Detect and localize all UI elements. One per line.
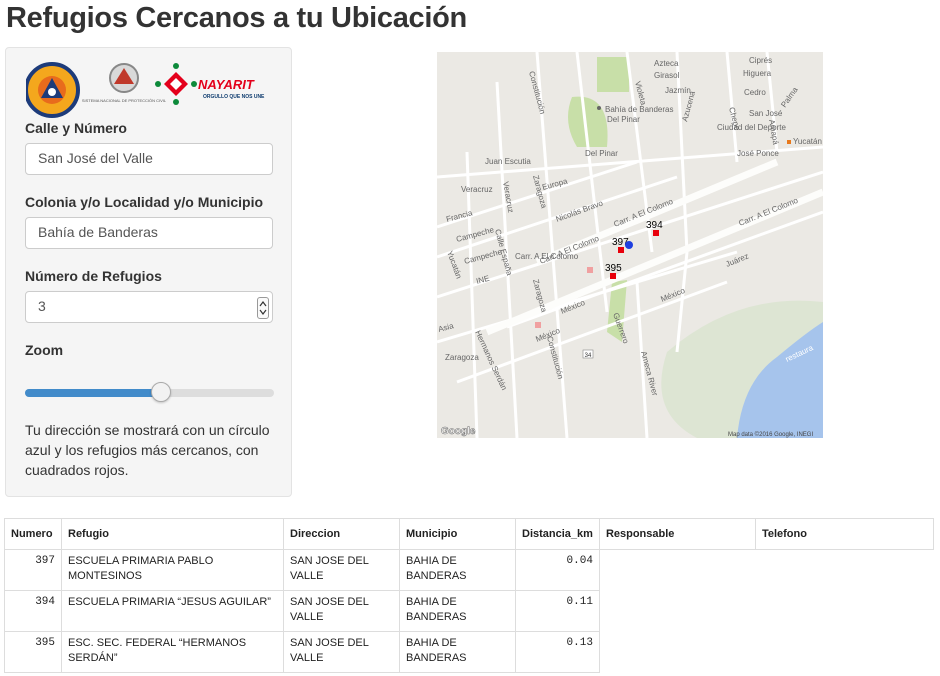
svg-text:394: 394 xyxy=(646,220,663,231)
svg-text:Girasol: Girasol xyxy=(654,71,680,80)
svg-text:Zaragoza: Zaragoza xyxy=(445,353,479,362)
help-text: Tu dirección se mostrará con un círculo … xyxy=(25,422,270,478)
street-label: Calle y Número xyxy=(25,120,127,136)
zoom-slider[interactable] xyxy=(25,382,274,402)
svg-text:San José: San José xyxy=(749,109,783,118)
col-municipio[interactable]: Municipio xyxy=(399,518,516,550)
svg-text:Ciudad del Deporte: Ciudad del Deporte xyxy=(717,123,786,132)
cell-municipio: BAHIA DE BANDERAS xyxy=(399,590,516,632)
svg-text:Del Pinar: Del Pinar xyxy=(607,115,640,124)
table-row: 395 ESC. SEC. FEDERAL “HERMANOS SERDÁN” … xyxy=(4,631,934,673)
refugios-count-input[interactable]: 3 xyxy=(25,291,273,323)
svg-text:NAYARIT: NAYARIT xyxy=(198,77,255,92)
cell-direccion: SAN JOSE DEL VALLE xyxy=(283,631,400,673)
zoom-label: Zoom xyxy=(25,342,64,358)
sistema-nacional-proteccion-civil-logo: SISTEMA NACIONAL DE PROTECCIÓN CIVIL xyxy=(82,63,167,103)
table-row: 394 ESCUELA PRIMARIA “JESUS AGUILAR” SAN… xyxy=(4,590,934,632)
colonia-label: Colonia y/o Localidad y/o Municipio xyxy=(25,194,264,210)
cell-numero: 397 xyxy=(4,549,62,591)
svg-text:Juan Escutia: Juan Escutia xyxy=(485,157,531,166)
svg-text:Bahía de Banderas: Bahía de Banderas xyxy=(605,105,674,114)
map-attribution: Map data ©2016 Google, INEGI xyxy=(728,431,813,438)
cell-refugio: ESCUELA PRIMARIA “JESUS AGUILAR” xyxy=(61,590,284,632)
cell-direccion: SAN JOSE DEL VALLE xyxy=(283,590,400,632)
cell-distancia: 0.04 xyxy=(515,549,600,591)
cell-distancia: 0.13 xyxy=(515,631,600,673)
col-responsable[interactable]: Responsable xyxy=(598,518,756,550)
cell-responsable xyxy=(599,590,756,632)
cell-numero: 395 xyxy=(4,631,62,673)
shelters-table: Numero Refugio Direccion Municipio Dista… xyxy=(4,518,935,673)
nayarit-logo: NAYARIT ORGULLO QUE NOS UNE xyxy=(155,63,265,105)
refugios-count-label: Número de Refugios xyxy=(25,268,162,284)
svg-text:34: 34 xyxy=(585,353,592,359)
cell-responsable xyxy=(599,631,756,673)
google-logo: Google xyxy=(441,426,476,437)
col-distancia[interactable]: Distancia_km xyxy=(515,518,600,550)
road-number-shield: 34 xyxy=(582,349,594,359)
table-header-row: Numero Refugio Direccion Municipio Dista… xyxy=(4,518,935,550)
cell-direccion: SAN JOSE DEL VALLE xyxy=(283,549,400,591)
svg-text:Higuera: Higuera xyxy=(743,69,772,78)
cell-municipio: BAHIA DE BANDERAS xyxy=(399,549,516,591)
svg-text:395: 395 xyxy=(605,263,622,274)
cell-distancia: 0.11 xyxy=(515,590,600,632)
sidebar-panel: SISTEMA NACIONAL DE PROTECCIÓN CIVIL NAY… xyxy=(5,47,292,497)
spinner-arrows-icon xyxy=(259,301,267,315)
col-telefono[interactable]: Telefono xyxy=(754,518,935,550)
cell-responsable xyxy=(599,549,756,591)
cell-municipio: BAHIA DE BANDERAS xyxy=(399,631,516,673)
svg-text:ORGULLO QUE NOS UNE: ORGULLO QUE NOS UNE xyxy=(203,94,265,100)
logos: SISTEMA NACIONAL DE PROTECCIÓN CIVIL NAY… xyxy=(26,62,265,118)
street-input[interactable]: San José del Valle xyxy=(25,143,273,175)
map-canvas[interactable]: Constitución Violeta Azteca Girasol Jazm… xyxy=(437,52,823,438)
svg-text:Yucatán: Yucatán xyxy=(793,137,822,146)
zoom-slider-handle[interactable] xyxy=(150,382,171,402)
map-view[interactable]: Constitución Violeta Azteca Girasol Jazm… xyxy=(437,52,823,438)
svg-text:José Ponce: José Ponce xyxy=(737,149,779,158)
cell-telefono xyxy=(755,590,934,632)
number-spinner[interactable] xyxy=(257,297,269,319)
proteccion-civil-badge-logo xyxy=(26,62,80,118)
col-direccion[interactable]: Direccion xyxy=(283,518,400,550)
table-row: 397 ESCUELA PRIMARIA PABLO MONTESINOS SA… xyxy=(4,549,934,591)
svg-text:Del Pinar: Del Pinar xyxy=(585,149,618,158)
svg-text:Azteca: Azteca xyxy=(654,59,679,68)
zoom-slider-fill xyxy=(25,389,161,397)
refugios-count-value: 3 xyxy=(38,298,46,314)
cell-telefono xyxy=(755,549,934,591)
cell-telefono xyxy=(755,631,934,673)
cell-refugio: ESCUELA PRIMARIA PABLO MONTESINOS xyxy=(61,549,284,591)
cell-refugio: ESC. SEC. FEDERAL “HERMANOS SERDÁN” xyxy=(61,631,284,673)
col-refugio[interactable]: Refugio xyxy=(61,518,284,550)
user-location-marker[interactable] xyxy=(625,241,633,249)
svg-text:SISTEMA NACIONAL DE PROTECCIÓN: SISTEMA NACIONAL DE PROTECCIÓN CIVIL xyxy=(82,98,167,103)
svg-text:Ciprés: Ciprés xyxy=(749,56,772,65)
svg-text:Veracruz: Veracruz xyxy=(461,185,493,194)
cell-numero: 394 xyxy=(4,590,62,632)
col-numero[interactable]: Numero xyxy=(4,518,62,550)
park-area xyxy=(597,57,629,92)
svg-text:Cedro: Cedro xyxy=(744,88,766,97)
colonia-input[interactable]: Bahía de Banderas xyxy=(25,217,273,249)
page-title: Refugios Cercanos a tu Ubicación xyxy=(6,2,467,34)
